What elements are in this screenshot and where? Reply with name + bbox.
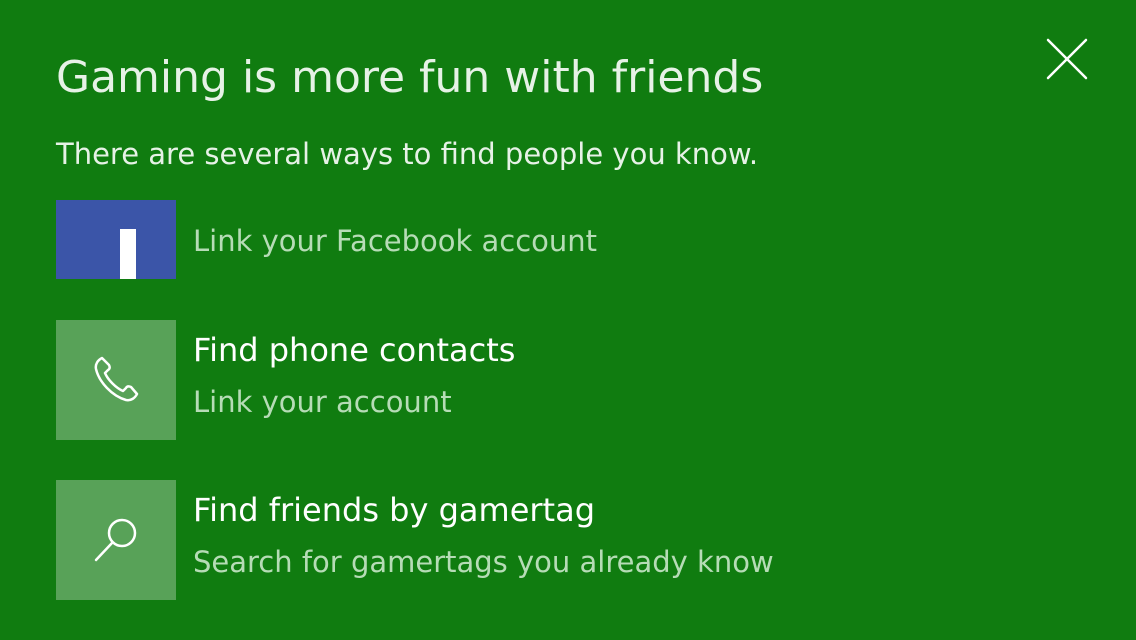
- close-icon: [1046, 38, 1088, 80]
- search-tile: [56, 480, 176, 600]
- close-button[interactable]: [1040, 32, 1094, 86]
- facebook-option-subtitle: Link your Facebook account: [193, 224, 598, 258]
- gamertag-option-subtitle: Search for gamertags you already know: [193, 545, 774, 579]
- phone-tile: [56, 320, 176, 440]
- facebook-tile: [56, 200, 176, 279]
- link-facebook-option[interactable]: Link your Facebook account: [56, 200, 1056, 279]
- dialog-subtitle: There are several ways to find people yo…: [56, 137, 759, 171]
- gamertag-option-title: Find friends by gamertag: [193, 491, 595, 529]
- dialog-title: Gaming is more fun with friends: [56, 52, 764, 103]
- search-icon: [94, 518, 137, 562]
- find-by-gamertag-option[interactable]: Find friends by gamertag Search for game…: [56, 480, 1056, 600]
- options-list[interactable]: Link your Facebook account Find phone co…: [0, 200, 1136, 640]
- phone-icon: [94, 356, 139, 402]
- facebook-icon: [120, 229, 136, 279]
- phone-option-title: Find phone contacts: [193, 331, 516, 369]
- phone-option-subtitle: Link your account: [193, 385, 452, 419]
- find-phone-contacts-option[interactable]: Find phone contacts Link your account: [56, 320, 1056, 440]
